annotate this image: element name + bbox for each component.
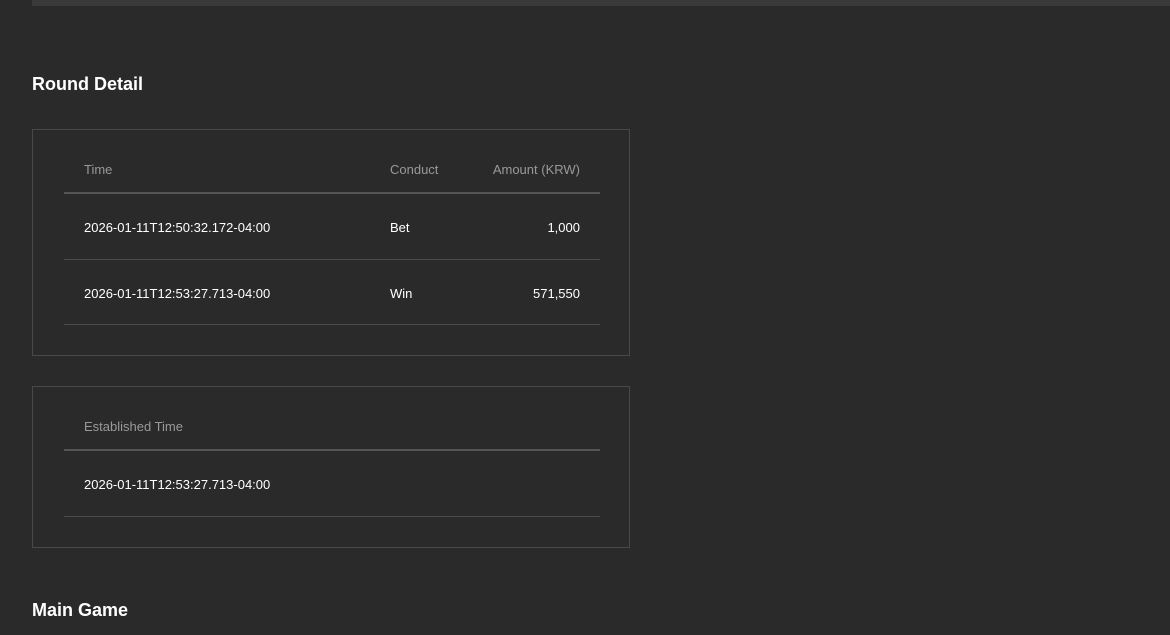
column-header-established-time: Established Time: [84, 419, 183, 434]
round-detail-table-panel: Time Conduct Amount (KRW) 2026-01-11T12:…: [32, 129, 630, 356]
table-header-row: Established Time: [64, 387, 600, 451]
table-row: 2026-01-11T12:53:27.713-04:00 Win 571,55…: [64, 260, 600, 325]
table-row: 2026-01-11T12:50:32.172-04:00 Bet 1,000: [64, 194, 600, 260]
row-conduct: Win: [390, 286, 413, 301]
column-header-conduct: Conduct: [390, 162, 439, 177]
established-time-panel: Established Time 2026-01-11T12:53:27.713…: [32, 386, 630, 548]
table-row: 2026-01-11T12:53:27.713-04:00: [64, 451, 600, 517]
established-time-table: Established Time 2026-01-11T12:53:27.713…: [64, 387, 600, 517]
column-header-amount: Amount (KRW): [492, 162, 580, 177]
top-panel-edge: [32, 0, 1170, 6]
row-time: 2026-01-11T12:50:32.172-04:00: [84, 220, 271, 235]
row-amount: 1,000: [547, 220, 580, 235]
column-header-time: Time: [84, 162, 113, 177]
established-time-value: 2026-01-11T12:53:27.713-04:00: [84, 477, 271, 492]
table-header-row: Time Conduct Amount (KRW): [64, 130, 600, 194]
row-amount: 571,550: [533, 286, 580, 301]
round-detail-table: Time Conduct Amount (KRW) 2026-01-11T12:…: [64, 130, 600, 325]
main-game-title: Main Game: [32, 600, 129, 620]
round-detail-title: Round Detail: [32, 74, 143, 94]
row-time: 2026-01-11T12:53:27.713-04:00: [84, 286, 271, 301]
row-conduct: Bet: [390, 220, 410, 235]
